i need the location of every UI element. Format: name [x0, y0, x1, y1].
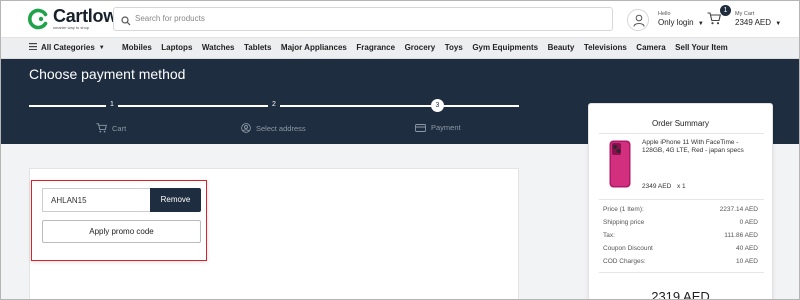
nav-items: Mobiles Laptops Watches Tablets Major Ap…	[122, 43, 737, 52]
remove-promo-button[interactable]: Remove	[150, 188, 201, 212]
step-number-3-active: 3	[431, 99, 444, 112]
user-icon	[241, 123, 251, 133]
category-nav: All Categories ▼ Mobiles Laptops Watches…	[1, 38, 799, 59]
apply-promo-button[interactable]: Apply promo code	[42, 220, 201, 243]
chevron-down-icon: ▼	[775, 21, 782, 27]
divider	[599, 272, 764, 273]
product-quantity: x 1	[677, 183, 686, 190]
promo-code-box: Remove Apply promo code	[31, 180, 207, 261]
cart-amount: 2349 AED	[735, 18, 772, 27]
summary-row-value: 10 AED	[735, 258, 758, 265]
nav-item-televisions[interactable]: Televisions	[584, 43, 627, 52]
summary-row-label: Price (1 Item):	[603, 206, 644, 213]
brand-name: Cartlow	[53, 6, 117, 26]
summary-row-value: 2237.14 AED	[719, 206, 758, 213]
step-cart-label: Cart	[112, 123, 127, 133]
nav-item-watches[interactable]: Watches	[202, 43, 235, 52]
summary-row-label: Coupon Discount	[603, 245, 653, 252]
all-categories-label: All Categories	[41, 43, 95, 52]
top-header: Cartlow smarter way to shop Search for p…	[1, 1, 799, 38]
summary-row: COD Charges: 10 AED	[603, 258, 758, 265]
step-number-2: 2	[272, 101, 276, 108]
nav-item-toys[interactable]: Toys	[445, 43, 463, 52]
product-image[interactable]	[609, 140, 631, 188]
cart-icon	[96, 123, 107, 133]
cart-label: My Cart	[735, 11, 755, 17]
product-name[interactable]: Apple iPhone 11 With FaceTime - 128GB, 4…	[642, 139, 762, 155]
summary-row: Tax: 111.86 AED	[603, 232, 758, 239]
chevron-down-icon: ▼	[98, 44, 105, 51]
nav-item-mobiles[interactable]: Mobiles	[122, 43, 152, 52]
summary-row-label: COD Charges:	[603, 258, 646, 265]
step-progress-line	[444, 105, 519, 107]
cart-icon[interactable]	[707, 12, 721, 30]
step-progress-line	[118, 105, 268, 107]
summary-row: Coupon Discount 40 AED	[603, 245, 758, 252]
account-button[interactable]	[627, 9, 649, 31]
nav-item-tablets[interactable]: Tablets	[244, 43, 271, 52]
summary-row-value: 111.86 AED	[724, 232, 758, 239]
cartlow-logo[interactable]: Cartlow smarter way to shop	[27, 6, 117, 30]
step-address-label: Select address	[256, 123, 306, 133]
order-total: 2319 AED	[651, 289, 710, 300]
chevron-down-icon: ▼	[697, 21, 704, 27]
nav-item-fragrance[interactable]: Fragrance	[356, 43, 395, 52]
summary-row: Shipping price 0 AED	[603, 219, 758, 226]
page-title: Choose payment method	[29, 66, 186, 82]
nav-item-gym-equipments[interactable]: Gym Equipments	[472, 43, 538, 52]
step-progress-line	[29, 105, 106, 107]
divider	[599, 199, 764, 200]
nav-item-sell-your-item[interactable]: Sell Your Item	[675, 43, 728, 52]
user-icon	[633, 14, 645, 27]
step-progress-line	[280, 105, 431, 107]
summary-row: Price (1 Item): 2237.14 AED	[603, 206, 758, 213]
divider	[599, 133, 764, 134]
nav-item-grocery[interactable]: Grocery	[405, 43, 436, 52]
all-categories-menu[interactable]: All Categories ▼	[29, 43, 105, 52]
nav-item-laptops[interactable]: Laptops	[161, 43, 192, 52]
promo-code-input[interactable]	[42, 188, 150, 212]
logo-mark-icon	[27, 8, 49, 30]
nav-item-camera[interactable]: Camera	[636, 43, 665, 52]
login-label: Only login	[658, 18, 694, 27]
menu-icon	[29, 43, 37, 52]
summary-row-value: 40 AED	[735, 245, 758, 252]
search-placeholder: Search for products	[135, 14, 205, 23]
step-number-1: 1	[110, 101, 114, 108]
cart-count-badge: 1	[720, 5, 731, 16]
cart-amount-dropdown[interactable]: 2349 AED ▼	[735, 18, 781, 27]
card-icon	[415, 123, 426, 132]
page-frame: Cartlow smarter way to shop Search for p…	[0, 0, 800, 300]
search-icon	[121, 13, 131, 31]
order-summary-title: Order Summary	[652, 119, 709, 128]
summary-row-value: 0 AED	[739, 219, 758, 226]
nav-item-major-appliances[interactable]: Major Appliances	[281, 43, 347, 52]
search-input[interactable]: Search for products	[113, 7, 613, 31]
step-select-address[interactable]: Select address	[241, 123, 306, 133]
order-summary: Order Summary Apple iPhone 11 With FaceT…	[588, 103, 773, 300]
step-payment-label: Payment	[431, 123, 461, 132]
account-greeting: Hello	[658, 11, 671, 17]
summary-row-label: Shipping price	[603, 219, 645, 226]
step-cart[interactable]: Cart	[96, 123, 126, 133]
product-price: 2349 AED	[642, 183, 672, 190]
summary-row-label: Tax:	[603, 232, 615, 239]
nav-item-beauty[interactable]: Beauty	[548, 43, 575, 52]
step-payment: Payment	[415, 123, 461, 132]
login-dropdown[interactable]: Only login ▼	[658, 18, 704, 27]
